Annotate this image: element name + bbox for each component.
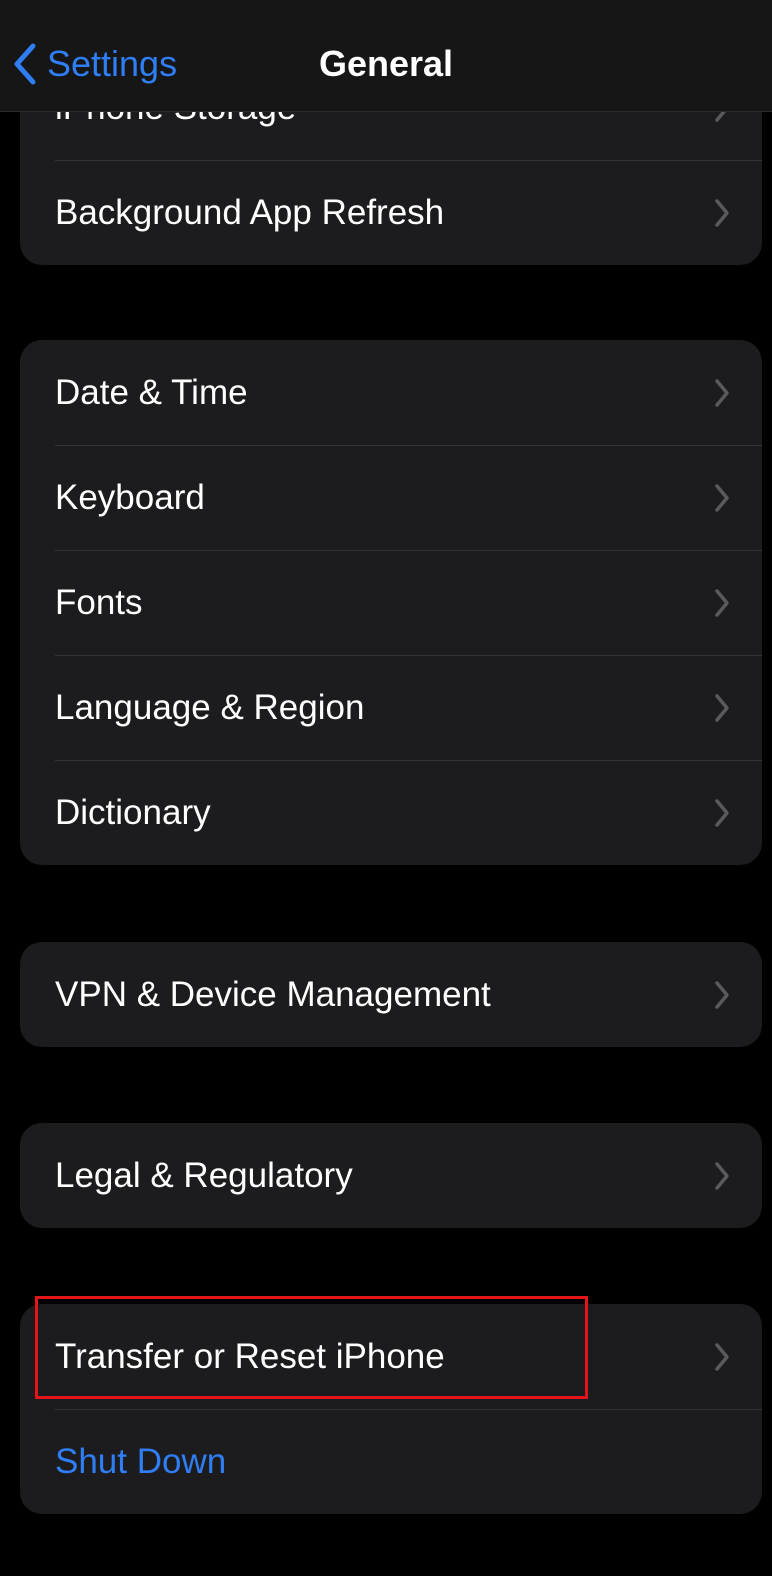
row-label: Dictionary bbox=[55, 793, 211, 832]
chevron-right-icon bbox=[715, 484, 729, 512]
row-vpn-device-management[interactable]: VPN & Device Management bbox=[20, 942, 762, 1047]
chevron-right-icon bbox=[715, 379, 729, 407]
row-label: Transfer or Reset iPhone bbox=[55, 1337, 445, 1376]
row-label: VPN & Device Management bbox=[55, 975, 491, 1014]
row-label: Date & Time bbox=[55, 373, 248, 412]
row-dictionary[interactable]: Dictionary bbox=[20, 760, 762, 865]
shut-down-button: Shut Down bbox=[55, 1442, 227, 1481]
chevron-right-icon bbox=[715, 981, 729, 1009]
row-label: Background App Refresh bbox=[55, 193, 445, 232]
chevron-right-icon bbox=[715, 694, 729, 722]
chevron-right-icon bbox=[715, 1162, 729, 1190]
chevron-right-icon bbox=[715, 1343, 729, 1371]
row-label: Keyboard bbox=[55, 478, 205, 517]
locale-group: Date & Time Keyboard Fonts Language & Re… bbox=[20, 340, 762, 865]
row-transfer-reset-iphone[interactable]: Transfer or Reset iPhone bbox=[20, 1304, 762, 1409]
row-fonts[interactable]: Fonts bbox=[20, 550, 762, 655]
legal-group: Legal & Regulatory bbox=[20, 1123, 762, 1228]
row-keyboard[interactable]: Keyboard bbox=[20, 445, 762, 550]
vpn-group: VPN & Device Management bbox=[20, 942, 762, 1047]
chevron-right-icon bbox=[715, 799, 729, 827]
row-language-region[interactable]: Language & Region bbox=[20, 655, 762, 760]
navigation-bar: Settings General bbox=[0, 0, 772, 112]
row-legal-regulatory[interactable]: Legal & Regulatory bbox=[20, 1123, 762, 1228]
row-shut-down[interactable]: Shut Down bbox=[20, 1409, 762, 1514]
row-date-time[interactable]: Date & Time bbox=[20, 340, 762, 445]
row-label: Fonts bbox=[55, 583, 143, 622]
reset-group: Transfer or Reset iPhone Shut Down bbox=[20, 1304, 762, 1514]
page-title: General bbox=[318, 43, 454, 84]
row-label: Language & Region bbox=[55, 688, 365, 727]
row-label: Legal & Regulatory bbox=[55, 1156, 353, 1195]
chevron-right-icon bbox=[715, 589, 729, 617]
row-background-app-refresh[interactable]: Background App Refresh bbox=[20, 160, 762, 265]
chevron-right-icon bbox=[715, 199, 729, 227]
